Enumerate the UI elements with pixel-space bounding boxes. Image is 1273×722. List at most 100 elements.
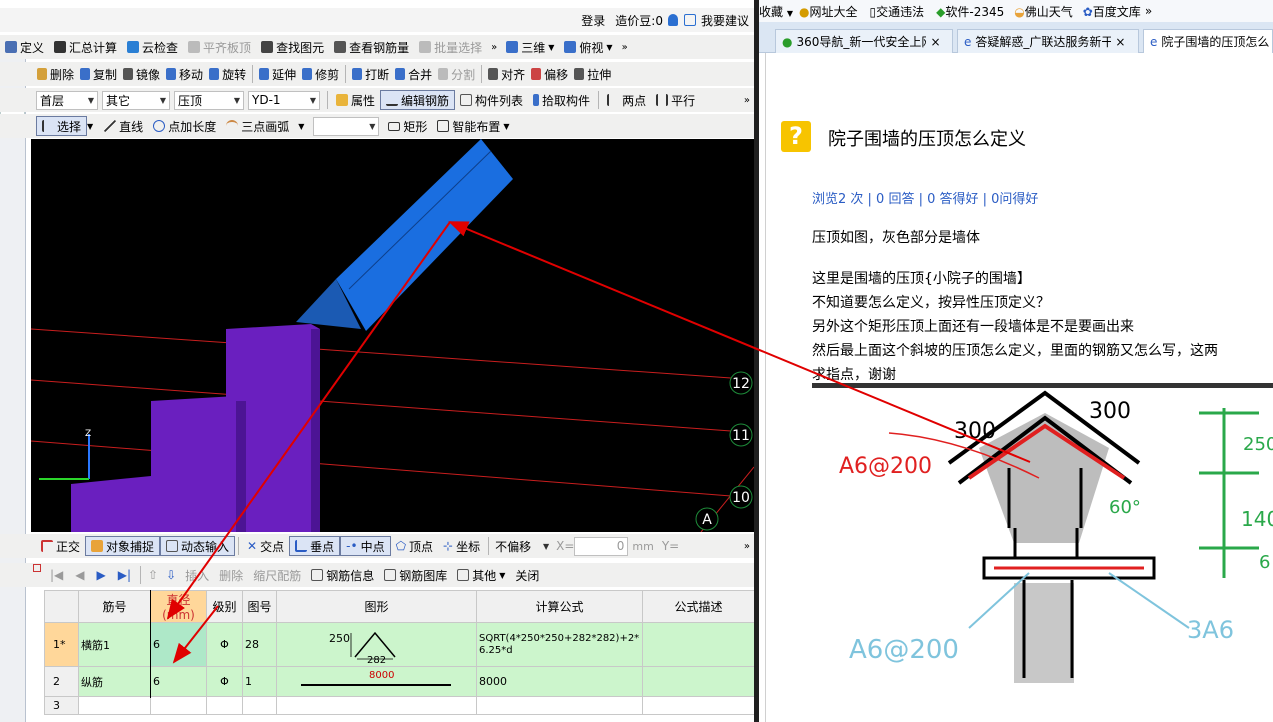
first-icon[interactable]: |◀: [50, 568, 63, 582]
browser-tab[interactable]: ● 360导航_新一代安全上网 ×: [775, 29, 953, 53]
cell-desc[interactable]: [642, 696, 755, 715]
cell-figure[interactable]: [242, 696, 277, 715]
view-mode-select[interactable]: 三维 ▼: [501, 36, 559, 58]
up-icon[interactable]: ⇧: [148, 568, 158, 582]
toolbar-sigma-button[interactable]: 汇总计算: [49, 36, 122, 58]
cell-desc[interactable]: [642, 622, 755, 667]
parallel-button[interactable]: 平行: [651, 89, 700, 111]
down-icon[interactable]: ⇩: [166, 568, 176, 582]
close-button[interactable]: 关闭: [510, 564, 544, 586]
panel-close-icon[interactable]: [33, 564, 41, 572]
cell-formula[interactable]: SQRT(4*250*250+282*282)+2*6.25*d: [476, 622, 643, 667]
edit-mirror-button[interactable]: 镜像: [120, 63, 163, 85]
fav-item[interactable]: ✿百度文库: [1083, 3, 1141, 20]
cell-formula[interactable]: 8000: [476, 666, 643, 697]
edit-merge-button[interactable]: 合并: [392, 63, 435, 85]
table-row[interactable]: 1* 横筋1 6 Φ 28 250 282 SQRT(4*250*250+282…: [44, 622, 755, 667]
pick-button[interactable]: 拾取构件: [528, 89, 595, 111]
cell-shape[interactable]: [276, 696, 477, 715]
edit-copy-button[interactable]: 复制: [77, 63, 120, 85]
scale-rebar-button[interactable]: 缩尺配筋: [248, 564, 306, 586]
component-select[interactable]: YD-1 ▼: [248, 90, 320, 110]
edit-trim-button[interactable]: 修剪: [299, 63, 342, 85]
cell-name[interactable]: 纵筋: [78, 666, 151, 697]
smart-layout-button[interactable]: 智能布置 ▼: [432, 115, 514, 137]
cell-diameter[interactable]: [150, 696, 207, 715]
next-icon[interactable]: ▶: [97, 568, 106, 582]
fav-item[interactable]: ◒佛山天气: [1014, 3, 1073, 20]
rebar-lib-button[interactable]: 钢筋图库: [379, 564, 452, 586]
osnap-button[interactable]: 对象捕捉: [85, 536, 161, 556]
last-icon[interactable]: ▶|: [118, 568, 131, 582]
suggest-link[interactable]: 我要建议: [696, 9, 754, 31]
edit-align-button[interactable]: 对齐: [485, 63, 528, 85]
cell-diameter[interactable]: 6: [150, 622, 207, 667]
fav-item[interactable]: ◆软件-2345: [936, 3, 1004, 20]
more-chevron-icon[interactable]: »: [487, 42, 501, 53]
delete-button[interactable]: 删除: [214, 564, 248, 586]
edit-stretch-button[interactable]: 拉伸: [571, 63, 614, 85]
cell-grade[interactable]: Φ: [206, 622, 243, 667]
x-input[interactable]: 0: [574, 536, 629, 556]
edit-offset-button[interactable]: 偏移: [528, 63, 571, 85]
coord-button[interactable]: ⊹ 坐标: [438, 535, 485, 557]
arc3-button[interactable]: 三点画弧 ▼: [221, 115, 309, 137]
more-chevron-icon[interactable]: »: [740, 541, 754, 552]
bell-icon[interactable]: [667, 14, 678, 26]
more-chevron-icon[interactable]: »: [618, 42, 632, 53]
model-viewport[interactable]: Z 12 11 10 A: [31, 139, 754, 532]
toolbar-rebar-view-button[interactable]: 查看钢筋量: [329, 36, 414, 58]
cell-figure[interactable]: 28: [242, 622, 277, 667]
type-select[interactable]: 压顶 ▼: [174, 90, 244, 110]
fav-item[interactable]: 收藏 ▼: [759, 3, 793, 20]
cell-formula[interactable]: [476, 696, 643, 715]
toolbar-cloud-check-button[interactable]: 云检查: [122, 36, 183, 58]
add-length-button[interactable]: 点加长度: [148, 115, 221, 137]
insert-button[interactable]: 插入: [180, 564, 214, 586]
dyn-input-button[interactable]: 动态输入: [160, 536, 236, 556]
chevron-down-icon[interactable]: ▼: [87, 122, 93, 131]
ortho-button[interactable]: 正交: [36, 535, 85, 557]
cell-name[interactable]: [78, 696, 151, 715]
other-button[interactable]: 其他 ▼: [452, 564, 510, 586]
edit-move-button[interactable]: 移动: [163, 63, 206, 85]
category-select[interactable]: 其它 ▼: [102, 90, 170, 110]
edit-rebar-button[interactable]: 编辑钢筋: [380, 90, 456, 110]
toolbar-define-button[interactable]: 定义: [0, 36, 49, 58]
edit-eraser-button[interactable]: 删除: [34, 63, 77, 85]
offset-select[interactable]: 不偏移 ▼: [492, 537, 552, 556]
table-row[interactable]: 2 纵筋 6 Φ 1 8000 8000: [44, 666, 755, 697]
intersect-button[interactable]: ✕ 交点: [242, 535, 289, 557]
select-button[interactable]: 选择: [36, 116, 88, 136]
toolbar-batch-select-button[interactable]: 批量选择: [414, 36, 487, 58]
toolbar-align-slab-button[interactable]: 平齐板顶: [183, 36, 256, 58]
floor-select[interactable]: 首层 ▼: [36, 90, 98, 110]
cell-grade[interactable]: [206, 696, 243, 715]
more-chevron-icon[interactable]: »: [1145, 4, 1152, 18]
rect-button[interactable]: 矩形: [383, 115, 432, 137]
toolbar-binoculars-button[interactable]: 查找图元: [256, 36, 329, 58]
cell-shape[interactable]: 8000: [276, 666, 477, 697]
cell-shape[interactable]: 250 282: [276, 622, 477, 667]
fav-item[interactable]: ●网址大全: [799, 3, 858, 20]
vertex-button[interactable]: ⬠ 顶点: [391, 535, 438, 557]
view-dir-select[interactable]: 俯视 ▼: [559, 36, 617, 58]
cell-diameter[interactable]: 6: [150, 666, 207, 697]
close-icon[interactable]: ×: [930, 35, 940, 49]
login-link[interactable]: 登录: [576, 9, 610, 31]
browser-tab[interactable]: e 答疑解惑_广联达服务新干 ×: [957, 29, 1139, 53]
cell-figure[interactable]: 1: [242, 666, 277, 697]
cell-desc[interactable]: [642, 666, 755, 697]
edit-break-button[interactable]: 打断: [349, 63, 392, 85]
close-icon[interactable]: ×: [1115, 35, 1125, 49]
two-points-button[interactable]: 两点: [602, 89, 651, 111]
browser-tab-active[interactable]: e 院子围墙的压顶怎么: [1143, 29, 1273, 53]
more-chevron-icon[interactable]: »: [740, 95, 754, 106]
edit-split-button[interactable]: 分割: [435, 63, 478, 85]
cell-name[interactable]: 横筋1: [78, 622, 151, 667]
attr-button[interactable]: 属性: [331, 89, 380, 111]
mid-button[interactable]: -• 中点: [340, 536, 391, 556]
edit-extend-button[interactable]: 延伸: [256, 63, 299, 85]
edit-rotate-button[interactable]: 旋转: [206, 63, 249, 85]
table-row[interactable]: 3: [44, 696, 755, 715]
